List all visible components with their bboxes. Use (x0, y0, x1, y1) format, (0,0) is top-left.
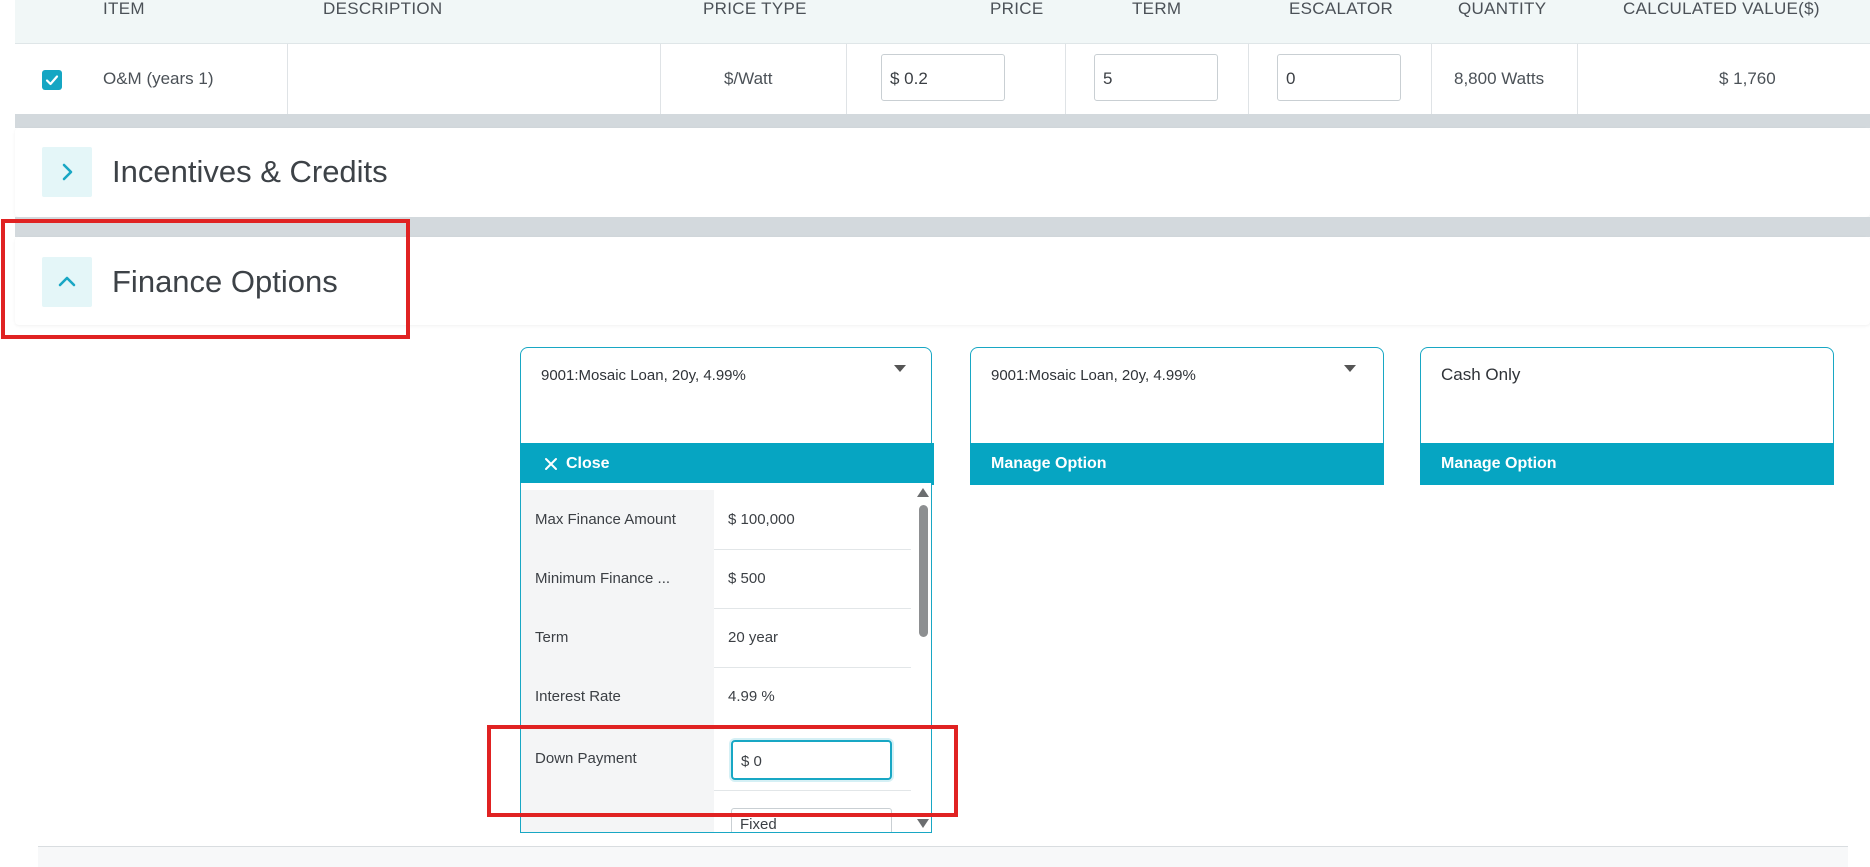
card-2-title: 9001:Mosaic Loan, 20y, 4.99% (991, 367, 1196, 384)
finance-option-card-3[interactable]: Cash Only Manage Option (1420, 347, 1834, 485)
row-checkbox[interactable] (42, 70, 62, 90)
column-divider (1577, 44, 1578, 114)
chevron-down-icon[interactable] (1344, 365, 1356, 372)
item-price-type: $/Watt (724, 69, 773, 88)
header-term: TERM (1132, 0, 1182, 18)
manage-option-label: Manage Option (1441, 455, 1557, 472)
header-calculated-value: CALCULATED VALUE($) (1623, 0, 1820, 18)
header-escalator: ESCALATOR (1289, 0, 1394, 18)
card-3-title: Cash Only (1441, 365, 1521, 384)
escalator-input[interactable]: 0 (1277, 54, 1401, 101)
detail-label: Minimum Finance ... (535, 570, 671, 587)
detail-row-interest-rate: Interest Rate 4.99 % (521, 667, 911, 727)
detail-label: Interest Rate (535, 688, 621, 705)
close-button[interactable]: Close (520, 443, 934, 485)
detail-label: Term (535, 629, 569, 646)
incentives-section-header[interactable]: Incentives & Credits (15, 128, 1870, 217)
table-header: ITEM DESCRIPTION PRICE TYPE PRICE TERM E… (15, 0, 1870, 44)
detail-value: 20 year (728, 629, 779, 646)
column-divider (660, 44, 661, 114)
detail-value: $ 100,000 (728, 511, 795, 528)
detail-row-minimum-finance: Minimum Finance ... $ 500 (521, 549, 911, 609)
item-quantity: 8,800 Watts (1454, 69, 1545, 88)
bottom-container-edge (38, 846, 1848, 867)
item-calculated-value: $ 1,760 (1719, 69, 1776, 88)
close-label: Close (566, 455, 610, 472)
detail-row-max-finance: Max Finance Amount $ 100,000 (521, 490, 911, 550)
price-input[interactable]: $ 0.2 (881, 54, 1005, 101)
column-divider (287, 44, 288, 114)
term-input[interactable]: 5 (1094, 54, 1218, 101)
manage-option-button[interactable]: Manage Option (970, 443, 1384, 485)
table-row: O&M (years 1) $/Watt $ 0.2 5 0 8,800 Wat… (15, 44, 1870, 114)
header-price: PRICE (990, 0, 1044, 18)
section-separator (15, 114, 1870, 128)
close-icon (545, 458, 557, 470)
incentives-toggle[interactable] (42, 147, 92, 197)
finance-option-card-2[interactable]: 9001:Mosaic Loan, 20y, 4.99% Manage Opti… (970, 347, 1384, 485)
header-price-type: PRICE TYPE (703, 0, 807, 18)
column-divider (1431, 44, 1432, 114)
detail-value: $ 500 (728, 570, 766, 587)
line-items-table: ITEM DESCRIPTION PRICE TYPE PRICE TERM E… (15, 0, 1870, 118)
scroll-down-arrow-icon[interactable] (917, 819, 929, 828)
finance-option-card-1[interactable]: 9001:Mosaic Loan, 20y, 4.99% Close (520, 347, 934, 485)
card-1-title: 9001:Mosaic Loan, 20y, 4.99% (541, 367, 746, 384)
manage-option-button[interactable]: Manage Option (1420, 443, 1834, 485)
column-divider (1065, 44, 1066, 114)
chevron-right-icon (62, 163, 73, 181)
manage-option-label: Manage Option (991, 455, 1107, 472)
detail-label: Max Finance Amount (535, 511, 676, 528)
column-divider (846, 44, 847, 114)
detail-value: 4.99 % (728, 688, 775, 705)
highlight-box-finance (1, 219, 410, 339)
item-name: O&M (years 1) (103, 69, 214, 88)
scroll-up-arrow-icon[interactable] (917, 488, 929, 497)
scrollbar-thumb[interactable] (919, 505, 928, 637)
header-description: DESCRIPTION (323, 0, 443, 18)
check-icon (45, 75, 59, 86)
column-divider (1248, 44, 1249, 114)
detail-row-term: Term 20 year (521, 608, 911, 668)
header-quantity: QUANTITY (1458, 0, 1547, 18)
header-item: ITEM (103, 0, 145, 18)
highlight-box-down-payment (487, 725, 958, 817)
chevron-down-icon[interactable] (894, 365, 906, 372)
incentives-title: Incentives & Credits (112, 154, 388, 189)
